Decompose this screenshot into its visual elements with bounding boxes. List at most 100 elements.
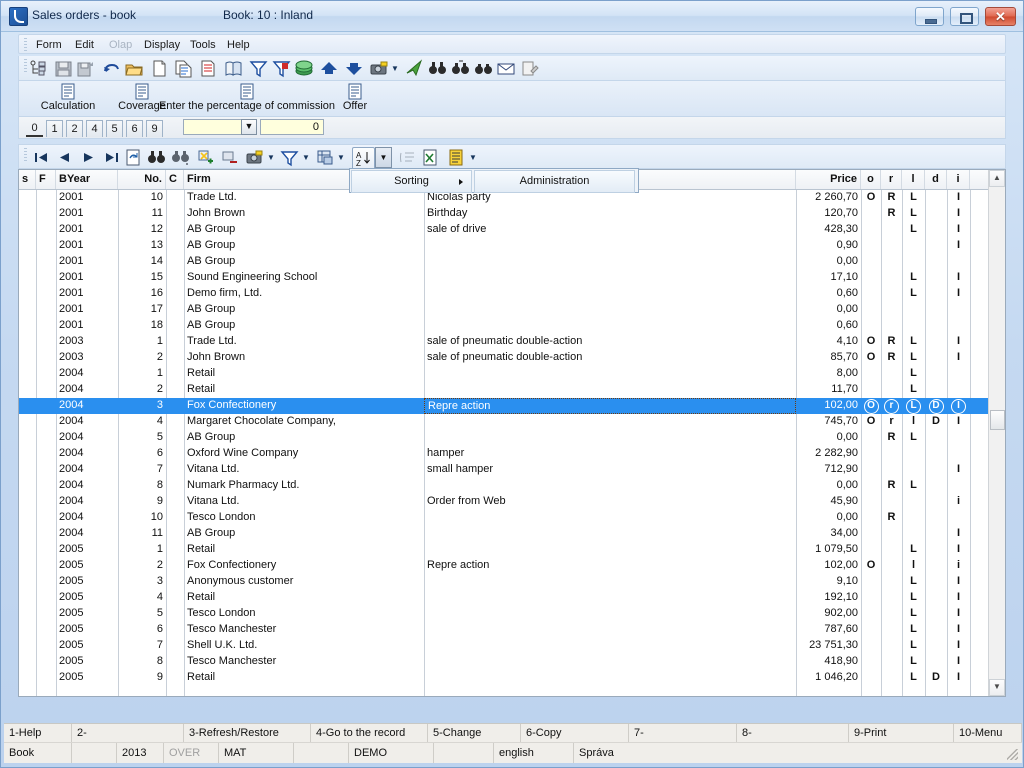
table-row[interactable]: 2004 8 Numark Pharmacy Ltd. 0,00 R L — [19, 478, 988, 494]
cell-byear[interactable]: 2005 — [56, 606, 118, 622]
cell-no[interactable]: 3 — [118, 574, 166, 590]
cell-byear[interactable]: 2005 — [56, 670, 118, 686]
flag-l[interactable]: L — [902, 350, 925, 366]
cell-firm[interactable]: Vitana Ltd. — [184, 462, 424, 478]
cell-s[interactable] — [19, 478, 36, 494]
cell-byear[interactable]: 2001 — [56, 254, 118, 270]
cell-desc[interactable] — [424, 670, 796, 686]
flag-i[interactable] — [947, 318, 970, 334]
cell-f[interactable] — [36, 254, 56, 270]
cell-firm[interactable]: Retail — [184, 670, 424, 686]
flag-i[interactable]: I — [947, 622, 970, 638]
cell-no[interactable]: 2 — [118, 350, 166, 366]
cell-s[interactable] — [19, 254, 36, 270]
flag-d[interactable] — [925, 574, 947, 590]
grid-layout-icon[interactable] — [315, 148, 334, 167]
cell-f[interactable] — [36, 350, 56, 366]
cell-f[interactable] — [36, 574, 56, 590]
flag-i[interactable]: I — [947, 238, 970, 254]
menu-grip[interactable] — [24, 38, 27, 51]
flag-d[interactable] — [925, 222, 947, 238]
table-row[interactable]: 2003 2 John Brown sale of pneumatic double-… — [19, 350, 988, 366]
close-button[interactable]: ✕ — [985, 7, 1016, 26]
cell-firm[interactable]: AB Group — [184, 238, 424, 254]
table-row[interactable]: 2004 3 Fox Confectionery Repre action 102,00… — [19, 398, 988, 414]
flag-r[interactable]: R — [881, 206, 902, 222]
flag-d[interactable] — [925, 606, 947, 622]
table-row[interactable]: 2001 14 AB Group 0,00 — [19, 254, 988, 270]
cell-firm[interactable]: Retail — [184, 590, 424, 606]
cell-desc[interactable] — [424, 542, 796, 558]
edit-note-icon[interactable] — [520, 59, 539, 78]
cell-firm[interactable]: Numark Pharmacy Ltd. — [184, 478, 424, 494]
cell-c[interactable] — [166, 606, 184, 622]
cell-byear[interactable]: 2001 — [56, 302, 118, 318]
flag-i[interactable]: I — [947, 334, 970, 350]
camera-dropdown-icon[interactable]: ▼ — [391, 65, 399, 73]
flag-d[interactable] — [925, 366, 947, 382]
first-record-icon[interactable] — [32, 148, 51, 167]
flag-r[interactable] — [881, 382, 902, 398]
cell-f[interactable] — [36, 606, 56, 622]
flag-i[interactable]: I — [947, 526, 970, 542]
flag-i[interactable] — [947, 302, 970, 318]
flag-i[interactable]: i — [947, 558, 970, 574]
cell-no[interactable]: 13 — [118, 238, 166, 254]
column-header-c[interactable]: C — [166, 170, 184, 189]
move-down-icon[interactable] — [345, 59, 364, 78]
grid-layout-dropdown-icon[interactable]: ▼ — [337, 154, 345, 162]
flag-i[interactable]: I — [947, 350, 970, 366]
flag-l[interactable]: L — [902, 398, 925, 414]
cell-no[interactable]: 11 — [118, 526, 166, 542]
refresh-record-icon[interactable] — [124, 148, 143, 167]
cell-no[interactable]: 15 — [118, 270, 166, 286]
flag-d[interactable] — [925, 462, 947, 478]
flag-r[interactable] — [881, 558, 902, 574]
cell-byear[interactable]: 2005 — [56, 638, 118, 654]
table-row[interactable]: 2005 6 Tesco Manchester 787,60 L I — [19, 622, 988, 638]
flag-l[interactable]: l — [902, 558, 925, 574]
cell-c[interactable] — [166, 318, 184, 334]
cell-price[interactable]: 0,00 — [796, 302, 861, 318]
cell-no[interactable]: 12 — [118, 222, 166, 238]
cell-s[interactable] — [19, 542, 36, 558]
flag-l[interactable]: L — [902, 670, 925, 686]
cell-c[interactable] — [166, 238, 184, 254]
flag-l[interactable]: L — [902, 574, 925, 590]
table-row[interactable]: 2004 10 Tesco London 0,00 R — [19, 510, 988, 526]
cell-firm[interactable]: Sound Engineering School — [184, 270, 424, 286]
cell-price[interactable]: 1 046,20 — [796, 670, 861, 686]
cell-firm[interactable]: AB Group — [184, 430, 424, 446]
flag-i[interactable]: I — [947, 206, 970, 222]
flag-d[interactable]: D — [925, 398, 947, 414]
column-header-i[interactable]: i — [947, 170, 970, 189]
report-dropdown-icon[interactable]: ▼ — [469, 154, 477, 162]
cell-c[interactable] — [166, 574, 184, 590]
cell-c[interactable] — [166, 590, 184, 606]
cell-s[interactable] — [19, 622, 36, 638]
cell-byear[interactable]: 2001 — [56, 222, 118, 238]
table-row[interactable]: 2005 4 Retail 192,10 L I — [19, 590, 988, 606]
cell-price[interactable]: 787,60 — [796, 622, 861, 638]
flag-r[interactable] — [881, 654, 902, 670]
cell-c[interactable] — [166, 494, 184, 510]
cell-firm[interactable]: Tesco London — [184, 510, 424, 526]
cell-c[interactable] — [166, 430, 184, 446]
flag-o[interactable] — [861, 606, 881, 622]
flag-d[interactable] — [925, 430, 947, 446]
flag-d[interactable] — [925, 350, 947, 366]
filter-remove-icon[interactable] — [272, 59, 291, 78]
function-key-4[interactable]: 4-Go to the record — [311, 724, 428, 742]
flag-o[interactable]: O — [861, 350, 881, 366]
flag-d[interactable]: D — [925, 670, 947, 686]
cell-price[interactable]: 4,10 — [796, 334, 861, 350]
move-up-icon[interactable] — [320, 59, 339, 78]
cell-price[interactable]: 17,10 — [796, 270, 861, 286]
cell-firm[interactable]: AB Group — [184, 222, 424, 238]
tab-9[interactable]: 9 — [146, 120, 163, 137]
menu-item-sorting[interactable]: Sorting — [351, 170, 472, 193]
money-stack-icon[interactable] — [295, 59, 314, 78]
flag-d[interactable]: D — [925, 414, 947, 430]
cell-firm[interactable]: Tesco Manchester — [184, 654, 424, 670]
cell-firm[interactable]: Shell U.K. Ltd. — [184, 638, 424, 654]
